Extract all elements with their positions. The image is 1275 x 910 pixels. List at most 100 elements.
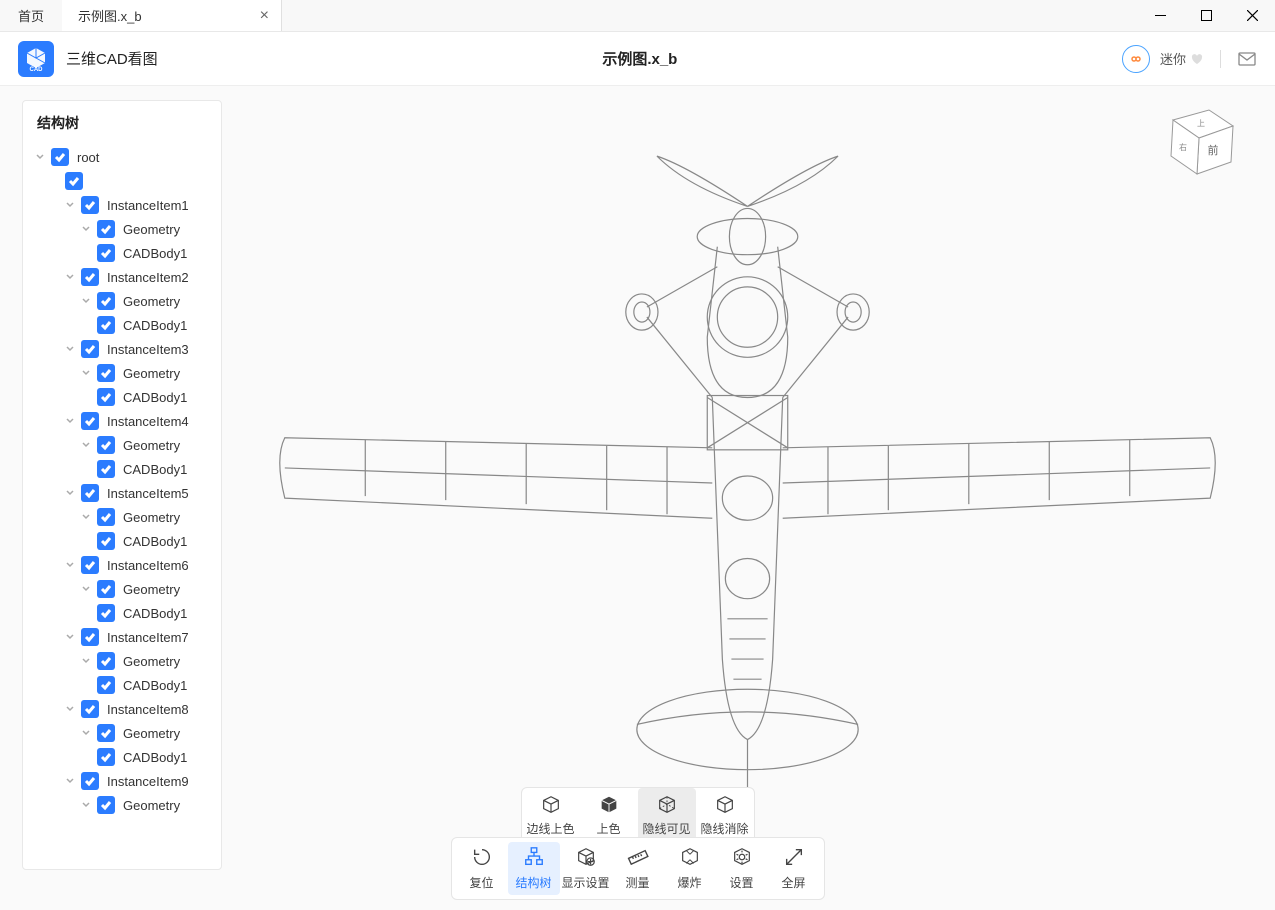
user-name[interactable]: 迷你 [1160, 49, 1204, 68]
tree-checkbox[interactable] [81, 268, 99, 286]
tool-tree[interactable]: 结构树 [508, 842, 560, 895]
tree-node[interactable]: Geometry [23, 793, 221, 817]
tree-checkbox[interactable] [97, 724, 115, 742]
tree-node[interactable]: CADBody1 [23, 241, 221, 265]
tree-toggle-icon[interactable] [79, 726, 93, 740]
tool-display[interactable]: 显示设置 [560, 842, 612, 895]
tool-fullscreen[interactable]: 全屏 [768, 842, 820, 895]
tree-node[interactable] [23, 169, 221, 193]
tree-node[interactable]: CADBody1 [23, 457, 221, 481]
tree-toggle-icon[interactable] [79, 510, 93, 524]
tree-node[interactable]: root [23, 145, 221, 169]
tree-toggle-icon[interactable] [63, 630, 77, 644]
maximize-button[interactable] [1183, 0, 1229, 31]
tree-checkbox[interactable] [81, 772, 99, 790]
tree-node-label: CADBody1 [123, 462, 187, 477]
close-button[interactable] [1229, 0, 1275, 31]
tree-toggle-icon[interactable] [79, 222, 93, 236]
tree-node[interactable]: InstanceItem4 [23, 409, 221, 433]
tree-checkbox[interactable] [81, 484, 99, 502]
tree-checkbox[interactable] [97, 508, 115, 526]
tool-reset[interactable]: 复位 [456, 842, 508, 895]
tree-checkbox[interactable] [97, 244, 115, 262]
tree-checkbox[interactable] [97, 364, 115, 382]
tree-checkbox[interactable] [97, 652, 115, 670]
minimize-button[interactable] [1137, 0, 1183, 31]
mail-icon[interactable] [1237, 49, 1257, 69]
tree-node[interactable]: Geometry [23, 649, 221, 673]
tree-checkbox[interactable] [97, 436, 115, 454]
tree-checkbox[interactable] [97, 460, 115, 478]
tree-node[interactable]: Geometry [23, 433, 221, 457]
tree-node[interactable]: CADBody1 [23, 385, 221, 409]
tree-checkbox[interactable] [97, 220, 115, 238]
tree-checkbox[interactable] [81, 412, 99, 430]
tree-toggle-icon[interactable] [33, 150, 47, 164]
tree-node[interactable]: Geometry [23, 505, 221, 529]
reset-icon [471, 846, 493, 871]
tree-checkbox[interactable] [81, 340, 99, 358]
tree-checkbox[interactable] [97, 796, 115, 814]
tree-node-label: root [77, 150, 99, 165]
tree-node[interactable]: CADBody1 [23, 745, 221, 769]
tree-toggle-icon[interactable] [79, 582, 93, 596]
tree-node[interactable]: InstanceItem9 [23, 769, 221, 793]
tree-node[interactable]: Geometry [23, 217, 221, 241]
tree-node[interactable]: InstanceItem1 [23, 193, 221, 217]
tree-toggle-icon[interactable] [63, 486, 77, 500]
tree-toggle-icon[interactable] [79, 654, 93, 668]
tree-checkbox[interactable] [97, 388, 115, 406]
tree-toggle-icon[interactable] [63, 270, 77, 284]
tree-node[interactable]: InstanceItem6 [23, 553, 221, 577]
tree-node[interactable]: InstanceItem5 [23, 481, 221, 505]
tree-checkbox[interactable] [81, 556, 99, 574]
link-badge-icon[interactable] [1122, 45, 1150, 73]
tree-node[interactable]: CADBody1 [23, 673, 221, 697]
tree-node[interactable]: InstanceItem3 [23, 337, 221, 361]
tree-checkbox[interactable] [97, 604, 115, 622]
tree-checkbox[interactable] [97, 676, 115, 694]
tool-explode[interactable]: 爆炸 [664, 842, 716, 895]
tool-measure[interactable]: 测量 [612, 842, 664, 895]
tree-node[interactable]: Geometry [23, 361, 221, 385]
display-mode-hidden-visible[interactable]: 隐线可见 [638, 788, 696, 843]
tree-toggle-icon[interactable] [63, 198, 77, 212]
tree-node[interactable]: CADBody1 [23, 529, 221, 553]
tree-toggle-icon[interactable] [79, 798, 93, 812]
tree-node[interactable]: InstanceItem7 [23, 625, 221, 649]
tree-node-label: Geometry [123, 294, 180, 309]
tool-settings[interactable]: 设置 [716, 842, 768, 895]
tree-node[interactable]: CADBody1 [23, 601, 221, 625]
tree-checkbox[interactable] [51, 148, 69, 166]
tree-toggle-icon[interactable] [63, 558, 77, 572]
tree-checkbox[interactable] [81, 700, 99, 718]
tree-toggle-icon[interactable] [63, 414, 77, 428]
tree-checkbox[interactable] [97, 580, 115, 598]
tab-file[interactable]: 示例图.x_b × [62, 0, 282, 31]
tree-toggle-icon[interactable] [63, 774, 77, 788]
tree-node[interactable]: Geometry [23, 289, 221, 313]
tree-toggle-icon[interactable] [79, 438, 93, 452]
tab-home[interactable]: 首页 [0, 0, 62, 31]
tree-node[interactable]: CADBody1 [23, 313, 221, 337]
tree-toggle-icon[interactable] [79, 294, 93, 308]
tree-toggle-icon[interactable] [63, 702, 77, 716]
tree-node[interactable]: InstanceItem8 [23, 697, 221, 721]
tree-node[interactable]: Geometry [23, 721, 221, 745]
tree-checkbox[interactable] [97, 316, 115, 334]
display-mode-hidden-removed[interactable]: 隐线消除 [696, 788, 754, 843]
tree-toggle-icon[interactable] [79, 366, 93, 380]
tab-close-icon[interactable]: × [260, 7, 269, 25]
tree-node[interactable]: InstanceItem2 [23, 265, 221, 289]
tree-node[interactable]: Geometry [23, 577, 221, 601]
tree-checkbox[interactable] [81, 628, 99, 646]
tree-checkbox[interactable] [81, 196, 99, 214]
display-mode-shaded[interactable]: 上色 [580, 788, 638, 843]
tree-checkbox[interactable] [97, 292, 115, 310]
tree-toggle-icon[interactable] [63, 342, 77, 356]
tree-checkbox[interactable] [97, 748, 115, 766]
display-mode-edge-shaded[interactable]: 边线上色 [522, 788, 580, 843]
tree-checkbox[interactable] [97, 532, 115, 550]
tree-checkbox[interactable] [65, 172, 83, 190]
view-cube[interactable]: 上 前 右 [1153, 100, 1245, 180]
